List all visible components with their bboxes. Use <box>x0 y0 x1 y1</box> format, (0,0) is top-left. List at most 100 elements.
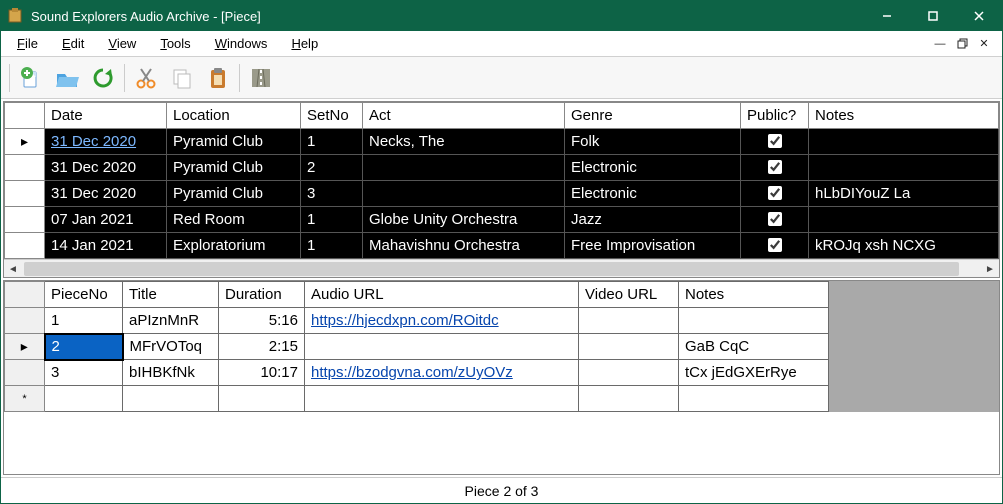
cell-video-url[interactable] <box>579 308 679 334</box>
empty-cell[interactable] <box>45 386 123 412</box>
empty-cell[interactable] <box>579 386 679 412</box>
cell-notes[interactable] <box>809 155 999 181</box>
col-video-url[interactable]: Video URL <box>579 282 679 308</box>
cell-act[interactable] <box>363 155 565 181</box>
cell-title[interactable]: MFrVOToq <box>123 334 219 360</box>
cell-notes[interactable] <box>809 207 999 233</box>
col-title[interactable]: Title <box>123 282 219 308</box>
public-checkbox[interactable] <box>768 212 782 226</box>
cell-duration[interactable]: 10:17 <box>219 360 305 386</box>
scroll-left-icon[interactable]: ◄ <box>4 260 22 278</box>
cell-video-url[interactable] <box>579 334 679 360</box>
cell-public[interactable] <box>741 233 809 259</box>
scroll-thumb[interactable] <box>24 262 959 276</box>
col-notes[interactable]: Notes <box>679 282 829 308</box>
cell-setno[interactable]: 3 <box>301 181 363 207</box>
row-header-corner[interactable] <box>5 282 45 308</box>
cell-duration[interactable]: 5:16 <box>219 308 305 334</box>
cell-notes[interactable]: hLbDIYouZ La <box>809 181 999 207</box>
cell-notes[interactable]: GaB CqC <box>679 334 829 360</box>
cell-genre[interactable]: Electronic <box>565 181 741 207</box>
col-public[interactable]: Public? <box>741 103 809 129</box>
cell-setno[interactable]: 2 <box>301 155 363 181</box>
paste-button[interactable] <box>201 61 235 95</box>
cell-genre[interactable]: Jazz <box>565 207 741 233</box>
cell-public[interactable] <box>741 129 809 155</box>
cell-setno[interactable]: 1 <box>301 129 363 155</box>
cell-location[interactable]: Exploratorium <box>167 233 301 259</box>
horizontal-scrollbar[interactable]: ◄ ► <box>4 259 999 277</box>
cell-genre[interactable]: Free Improvisation <box>565 233 741 259</box>
cell-notes[interactable] <box>809 129 999 155</box>
copy-button[interactable] <box>165 61 199 95</box>
empty-cell[interactable] <box>305 386 579 412</box>
cell-audio-url[interactable]: https://bzodgvna.com/zUyOVz <box>305 360 579 386</box>
cell-audio-url[interactable]: https://hjecdxpn.com/ROitdc <box>305 308 579 334</box>
table-row[interactable]: 3bIHBKfNk10:17https://bzodgvna.com/zUyOV… <box>5 360 829 386</box>
cell-title[interactable]: aPIznMnR <box>123 308 219 334</box>
sets-grid[interactable]: Date Location SetNo Act Genre Public? No… <box>3 101 1000 278</box>
cell-location[interactable]: Pyramid Club <box>167 129 301 155</box>
minimize-button[interactable] <box>864 1 910 31</box>
col-notes[interactable]: Notes <box>809 103 999 129</box>
cell-location[interactable]: Pyramid Club <box>167 155 301 181</box>
col-location[interactable]: Location <box>167 103 301 129</box>
cell-setno[interactable]: 1 <box>301 207 363 233</box>
audio-link[interactable]: https://bzodgvna.com/zUyOVz <box>311 364 513 381</box>
table-row[interactable]: 31 Dec 2020Pyramid Club2 Electronic <box>5 155 999 181</box>
empty-cell[interactable] <box>219 386 305 412</box>
row-selector[interactable] <box>5 360 45 386</box>
empty-cell[interactable] <box>679 386 829 412</box>
public-checkbox[interactable] <box>768 238 782 252</box>
row-selector[interactable] <box>5 181 45 207</box>
pieces-grid[interactable]: PieceNo Title Duration Audio URL Video U… <box>3 280 1000 475</box>
cell-genre[interactable]: Electronic <box>565 155 741 181</box>
cell-genre[interactable]: Folk <box>565 129 741 155</box>
cell-pieceno[interactable]: 2 <box>45 334 123 360</box>
menu-tools[interactable]: Tools <box>150 34 200 53</box>
mdi-close-icon[interactable]: ✕ <box>976 36 992 52</box>
new-row-indicator[interactable]: * <box>5 386 45 412</box>
cell-date[interactable]: 31 Dec 2020 <box>45 155 167 181</box>
row-selector[interactable] <box>5 334 45 360</box>
mdi-minimize-icon[interactable]: — <box>932 36 948 52</box>
cell-location[interactable]: Red Room <box>167 207 301 233</box>
cell-setno[interactable]: 1 <box>301 233 363 259</box>
row-header-corner[interactable] <box>5 103 45 129</box>
cell-date[interactable]: 14 Jan 2021 <box>45 233 167 259</box>
pieces-table[interactable]: PieceNo Title Duration Audio URL Video U… <box>4 281 829 412</box>
menu-help[interactable]: Help <box>281 34 328 53</box>
public-checkbox[interactable] <box>768 186 782 200</box>
refresh-button[interactable] <box>86 61 120 95</box>
table-row[interactable]: 1aPIznMnR5:16https://hjecdxpn.com/ROitdc <box>5 308 829 334</box>
row-selector[interactable] <box>5 129 45 155</box>
col-pieceno[interactable]: PieceNo <box>45 282 123 308</box>
cell-location[interactable]: Pyramid Club <box>167 181 301 207</box>
cell-notes[interactable] <box>679 308 829 334</box>
menu-view[interactable]: View <box>98 34 146 53</box>
cell-notes[interactable]: kROJq xsh NCXG <box>809 233 999 259</box>
row-selector[interactable] <box>5 207 45 233</box>
table-row[interactable]: 07 Jan 2021Red Room1Globe Unity Orchestr… <box>5 207 999 233</box>
row-selector[interactable] <box>5 155 45 181</box>
col-act[interactable]: Act <box>363 103 565 129</box>
row-selector[interactable] <box>5 233 45 259</box>
cell-date[interactable]: 07 Jan 2021 <box>45 207 167 233</box>
cell-act[interactable]: Globe Unity Orchestra <box>363 207 565 233</box>
menu-edit[interactable]: Edit <box>52 34 94 53</box>
cell-date[interactable]: 31 Dec 2020 <box>45 129 167 155</box>
cell-audio-url[interactable] <box>305 334 579 360</box>
cut-button[interactable] <box>129 61 163 95</box>
menu-windows[interactable]: Windows <box>205 34 278 53</box>
audio-link[interactable]: https://hjecdxpn.com/ROitdc <box>311 312 499 329</box>
public-checkbox[interactable] <box>768 134 782 148</box>
road-button[interactable] <box>244 61 278 95</box>
cell-duration[interactable]: 2:15 <box>219 334 305 360</box>
cell-video-url[interactable] <box>579 360 679 386</box>
sets-table[interactable]: Date Location SetNo Act Genre Public? No… <box>4 102 999 259</box>
table-row[interactable]: 2MFrVOToq2:15 GaB CqC <box>5 334 829 360</box>
cell-public[interactable] <box>741 181 809 207</box>
cell-date[interactable]: 31 Dec 2020 <box>45 181 167 207</box>
col-audio-url[interactable]: Audio URL <box>305 282 579 308</box>
cell-title[interactable]: bIHBKfNk <box>123 360 219 386</box>
